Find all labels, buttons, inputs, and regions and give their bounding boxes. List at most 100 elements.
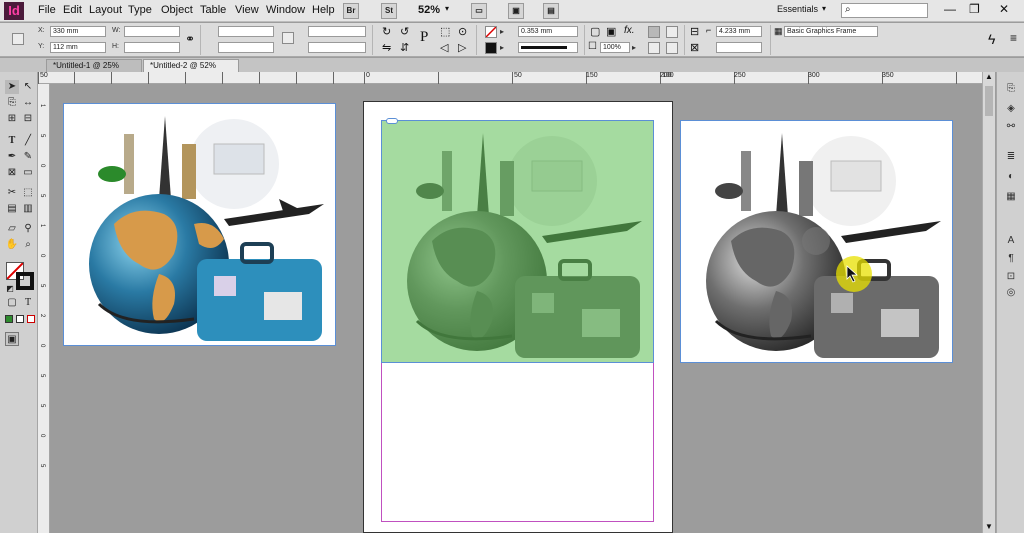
corner-shape-icon[interactable]: ⌐ (706, 25, 711, 35)
select-container-icon[interactable]: ⬚ (440, 25, 450, 38)
tab-untitled-1[interactable]: *Untitled-1 @ 25% (46, 59, 142, 72)
swatches-panel-icon[interactable]: ▦ (1003, 190, 1019, 204)
lightning-icon[interactable]: ϟ (988, 31, 995, 47)
menu-layout[interactable]: Layout (89, 4, 122, 16)
maximize-button[interactable]: ❐ (969, 2, 980, 16)
corner-style-field[interactable] (716, 42, 762, 53)
eyedropper-tool-icon[interactable]: ⚲ (21, 222, 35, 236)
constrain-proportions-icon[interactable]: ⚭ (185, 32, 195, 46)
flip-horizontal-icon[interactable]: ⇋ (382, 41, 391, 54)
fill-frame-icon[interactable] (648, 42, 660, 54)
apply-gradient-button[interactable] (16, 315, 24, 323)
object-style-select[interactable]: Basic Graphics Frame (784, 26, 878, 37)
default-colors-icon[interactable]: ◩ (3, 282, 17, 296)
stock-button[interactable]: St (381, 3, 397, 19)
select-next-icon[interactable]: ▷ (458, 41, 466, 54)
pages-panel-icon[interactable]: ⎘ (1003, 82, 1019, 96)
reference-point-icon[interactable] (12, 33, 24, 45)
pencil-tool-icon[interactable]: ✎ (21, 150, 35, 164)
color-panel-icon[interactable]: ◐ (1003, 170, 1019, 184)
fx-icon[interactable]: fx. (624, 25, 635, 36)
menu-object[interactable]: Object (161, 4, 193, 16)
creative-cloud-icon[interactable]: ◎ (1003, 286, 1019, 300)
text-wrap-icon[interactable]: ⊠ (690, 41, 699, 54)
x-position-field[interactable]: 330 mm (50, 26, 106, 37)
y-position-field[interactable]: 112 mm (50, 42, 106, 53)
menu-type[interactable]: Type (128, 4, 152, 16)
select-previous-icon[interactable]: ◁ (440, 41, 448, 54)
fill-chevron-icon[interactable]: ▸ (500, 27, 504, 36)
menu-view[interactable]: View (235, 4, 259, 16)
scroll-up-icon[interactable]: ▲ (985, 72, 993, 81)
menu-window[interactable]: Window (266, 4, 305, 16)
workspace-switcher[interactable]: Essentials (777, 4, 818, 14)
close-button[interactable]: ✕ (999, 2, 1009, 16)
paragraph-styles-icon[interactable]: ¶ (1003, 252, 1019, 266)
menu-help[interactable]: Help (312, 4, 335, 16)
bridge-button[interactable]: Br (343, 3, 359, 19)
panel-menu-icon[interactable]: ≡ (1010, 31, 1017, 45)
screen-mode-icon[interactable]: ▣ (508, 3, 524, 19)
fit-content-icon[interactable] (648, 26, 660, 38)
fit-frame-icon[interactable] (666, 26, 678, 38)
opacity-icon[interactable]: ☐ (588, 41, 597, 52)
center-content-icon[interactable] (666, 42, 678, 54)
content-collector-icon[interactable]: ⊞ (5, 112, 19, 126)
rotate-field[interactable] (308, 26, 366, 37)
type-tool-icon[interactable]: T (5, 134, 19, 148)
menu-edit[interactable]: Edit (63, 4, 82, 16)
workspace-chevron-down-icon[interactable]: ▾ (822, 4, 826, 13)
free-transform-tool-icon[interactable]: ⬚ (21, 186, 35, 200)
opacity-field[interactable]: 100% (600, 42, 630, 53)
paragraph-direction-icon[interactable]: P (420, 29, 428, 46)
hand-tool-icon[interactable]: ✋ (5, 238, 19, 252)
apply-none-button[interactable] (27, 315, 35, 323)
height-field[interactable] (124, 42, 180, 53)
note-tool-icon[interactable]: ▱ (5, 222, 19, 236)
zoom-chevron-down-icon[interactable]: ▾ (445, 4, 449, 13)
content-placer-icon[interactable]: ⊟ (21, 112, 35, 126)
align-left-icon[interactable]: ⊟ (690, 25, 699, 38)
tab-untitled-2[interactable]: *Untitled-2 @ 52% (143, 59, 239, 72)
formatting-container-icon[interactable]: ▢ (5, 296, 19, 310)
rectangle-tool-icon[interactable]: ▭ (21, 166, 35, 180)
stroke-type-select[interactable] (518, 42, 578, 53)
stroke-weight-field[interactable]: 0.353 mm (518, 26, 578, 37)
stroke-panel-icon[interactable]: ≣ (1003, 150, 1019, 164)
link-scale-icon[interactable] (282, 32, 294, 44)
rotate-cw-icon[interactable]: ↻ (382, 25, 391, 38)
stroke-chevron-icon[interactable]: ▸ (500, 43, 504, 52)
scissors-tool-icon[interactable]: ✂ (5, 186, 19, 200)
scale-y-field[interactable] (218, 42, 274, 53)
scroll-thumb[interactable] (985, 86, 993, 116)
width-field[interactable] (124, 26, 180, 37)
layers-panel-icon[interactable]: ◈ (1003, 102, 1019, 116)
apply-color-button[interactable] (5, 315, 13, 323)
arrange-documents-icon[interactable]: ▤ (543, 3, 559, 19)
page-tool-icon[interactable]: ⎘ (5, 96, 19, 110)
rotate-ccw-icon[interactable]: ↺ (400, 25, 409, 38)
formatting-text-icon[interactable]: T (21, 296, 35, 310)
screen-mode-normal-icon[interactable]: ▣ (5, 332, 19, 346)
scroll-down-icon[interactable]: ▼ (985, 522, 993, 531)
stroke-color-swatch[interactable] (16, 272, 34, 290)
stroke-swatch[interactable] (485, 42, 497, 54)
pen-tool-icon[interactable]: ✒ (5, 150, 19, 164)
gradient-swatch-tool-icon[interactable]: ▤ (5, 202, 19, 216)
shear-field[interactable] (308, 42, 366, 53)
fill-swatch[interactable] (485, 26, 497, 38)
gradient-feather-tool-icon[interactable]: ▥ (21, 202, 35, 216)
image-frame-grayscale[interactable] (680, 120, 953, 363)
corner-size-field[interactable]: 4.233 mm (716, 26, 762, 37)
line-tool-icon[interactable]: ╱ (21, 134, 35, 148)
effects-icon[interactable]: ▣ (606, 25, 616, 38)
links-panel-icon[interactable]: ⚯ (1003, 120, 1019, 134)
minimize-button[interactable]: — (944, 2, 956, 16)
object-styles-icon[interactable]: ⊡ (1003, 270, 1019, 284)
select-content-icon[interactable]: ⊙ (458, 25, 467, 38)
vertical-scrollbar[interactable]: ▲ ▼ (982, 72, 995, 533)
search-input[interactable]: ⌕ (841, 3, 928, 18)
menu-file[interactable]: File (38, 4, 56, 16)
zoom-tool-icon[interactable]: ⌕ (21, 238, 35, 252)
character-styles-icon[interactable]: A (1003, 234, 1019, 248)
